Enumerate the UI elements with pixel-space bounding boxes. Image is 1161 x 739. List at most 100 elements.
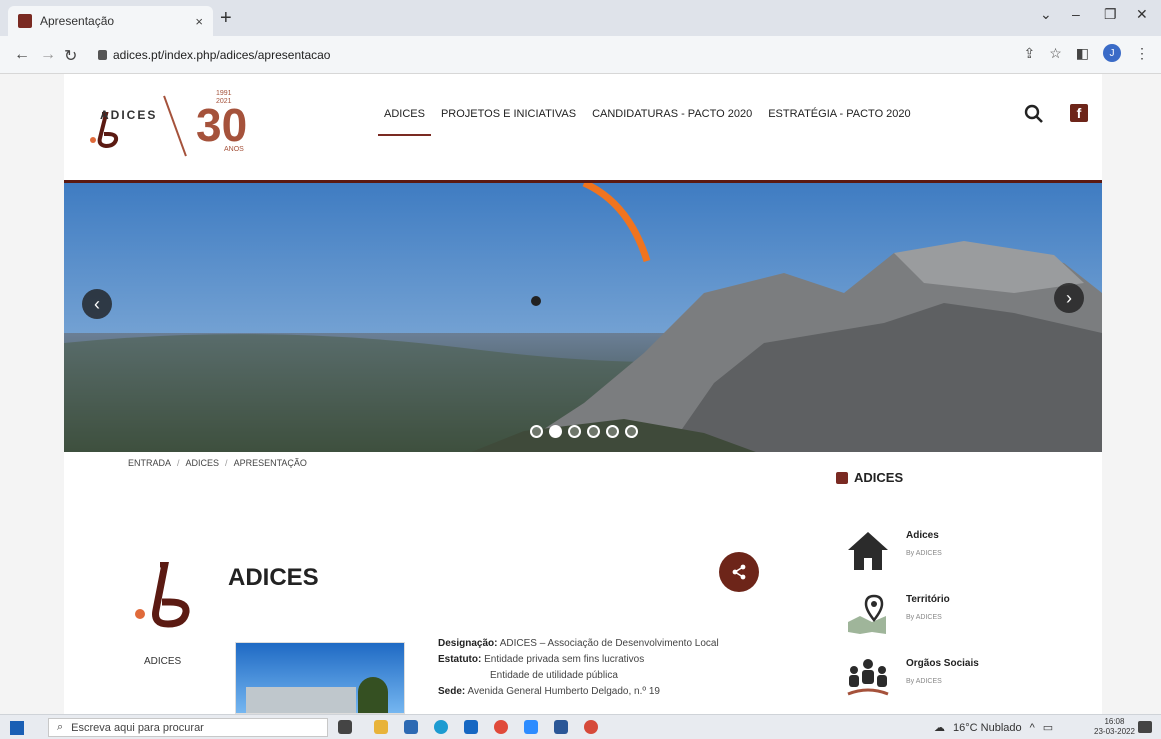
forward-arrow-icon[interactable]: → [40,46,56,64]
restore-icon[interactable]: ❐ [1104,6,1117,23]
adices-logo-icon [135,562,190,628]
sidebar-item-by: By ADICES [906,614,942,621]
cloud-weather-icon: ☁ [934,722,945,734]
word-icon[interactable] [554,720,568,734]
slider-dot[interactable] [606,425,619,438]
breadcrumb-entrada[interactable]: ENTRADA [128,458,171,468]
site-header: ADICES 1991 2021 30 ANOS ADICES PROJETOS… [64,74,1102,180]
browser-tab[interactable]: Apresentação × [8,6,213,36]
slider-dot[interactable] [549,425,562,438]
info-estatuto-value: Entidade privada sem fins lucrativos [484,654,645,665]
slider-dots [530,425,638,438]
slider-dot[interactable] [530,425,543,438]
logo-30: 30 [196,99,248,151]
slider-prev-arrow-icon[interactable]: ‹ [82,289,112,319]
organization-info: Designação: ADICES – Associação de Desen… [438,636,719,700]
info-designacao-label: Designação: [438,638,498,649]
tab-title: Apresentação [40,14,115,28]
lock-icon [98,50,107,60]
sidebar-title: ADICES [836,470,903,485]
new-tab-button[interactable]: + [220,8,232,28]
share-icon [732,564,746,580]
logo-anos: ANOS [224,146,244,153]
address-toolbar: ← → ↻ adices.pt/index.php/adices/apresen… [0,36,1161,74]
building-photo [235,642,405,714]
taskbar-search-placeholder: Escreva aqui para procurar [71,721,204,734]
facebook-icon[interactable]: f [1070,104,1088,122]
slider-dot[interactable] [625,425,638,438]
reload-icon[interactable]: ↻ [64,46,77,66]
sidebar-title-text: ADICES [854,470,904,485]
sidebar-item-name: Adices [906,530,939,541]
network-icon[interactable]: ▭ [1043,721,1053,734]
site-logo[interactable]: ADICES 1991 2021 30 ANOS [76,90,266,160]
back-arrow-icon[interactable]: ← [14,46,30,64]
menu-item-adices[interactable]: ADICES [378,108,431,136]
web-page: ADICES 1991 2021 30 ANOS ADICES PROJETOS… [64,74,1102,714]
url-text: adices.pt/index.php/adices/apresentacao [113,48,331,62]
chrome-icon[interactable] [494,720,508,734]
sidebar-item-territorio[interactable]: Território By ADICES [844,592,1084,646]
info-estatuto-label: Estatuto: [438,654,482,665]
browser-tab-bar: Apresentação × + ⌄ – ❐ ✕ [0,0,1161,36]
file-explorer-icon[interactable] [374,720,388,734]
share-page-icon[interactable]: ⇪ [1023,45,1035,62]
edge-browser-icon[interactable] [434,720,448,734]
breadcrumb: ENTRADA / ADICES / APRESENTAÇÃO [128,458,307,468]
sidebar: ADICES Adices By ADICES Território By AD… [832,458,1092,714]
slider-next-arrow-icon[interactable]: › [1054,283,1084,313]
task-view-icon[interactable] [338,720,352,734]
profile-avatar[interactable]: J [1103,44,1121,62]
logo-divider [163,95,187,157]
logo-caption: ADICES [144,656,182,667]
weather-text[interactable]: 16°C Nublado [953,722,1022,734]
taskbar-search-box[interactable]: ⌕ Escreva aqui para procurar [48,718,328,737]
notifications-icon[interactable] [1138,721,1152,733]
sidebar-item-name: Orgãos Sociais [906,658,979,669]
breadcrumb-adices[interactable]: ADICES [186,458,220,468]
slider-dot[interactable] [587,425,600,438]
info-estatuto-value-2: Entidade de utilidade pública [490,670,618,681]
menu-item-candidaturas[interactable]: CANDIDATURAS - PACTO 2020 [592,108,752,136]
slider-dot[interactable] [568,425,581,438]
info-sede-label: Sede: [438,686,466,697]
app-icon[interactable] [404,720,418,734]
article-content: ADICES ADICES Designação: ADICES – Assoc… [64,472,814,714]
menu-kebab-icon[interactable]: ⋮ [1135,45,1149,62]
main-menu: ADICES PROJETOS E INICIATIVAS CANDIDATUR… [378,108,911,136]
minimize-icon[interactable]: – [1072,6,1080,22]
building-shape [246,687,356,713]
search-icon[interactable] [1024,104,1044,124]
taskbar-clock[interactable]: 16:08 23-03-2022 [1094,717,1135,737]
breadcrumb-separator: / [177,458,180,468]
menu-item-estrategia[interactable]: ESTRATÉGIA - PACTO 2020 [768,108,910,136]
logo-wordmark: ADICES [100,108,158,122]
close-window-icon[interactable]: ✕ [1136,6,1148,23]
system-tray: ☁ 16°C Nublado ^ ▭ [934,721,1053,735]
tray-chevron-icon[interactable]: ^ [1030,722,1035,734]
sidebar-item-name: Território [906,594,950,605]
hero-slider: ‹ › [64,180,1102,452]
page-title: ADICES [228,564,319,591]
site-favicon-icon [18,14,32,28]
sidebar-item-orgaos-sociais[interactable]: Orgãos Sociais By ADICES [844,656,1084,710]
sidebar-item-by: By ADICES [906,678,942,685]
house-icon [848,532,888,570]
clock-date: 23-03-2022 [1094,727,1135,736]
url-field[interactable]: adices.pt/index.php/adices/apresentacao [98,44,330,66]
info-designacao-value: ADICES – Associação de Desenvolvimento L… [499,638,719,649]
breadcrumb-apresentacao: APRESENTAÇÃO [233,458,307,468]
bookmark-star-icon[interactable]: ☆ [1049,45,1062,62]
side-panel-icon[interactable]: ◧ [1076,45,1089,62]
outlook-icon[interactable] [464,720,478,734]
chrome-profile-icon[interactable] [584,720,598,734]
adices-mini-logo-icon [836,471,848,484]
windows-start-icon[interactable] [10,721,24,735]
menu-item-projetos[interactable]: PROJETOS E INICIATIVAS [441,108,576,136]
hero-landscape-image [64,183,1102,452]
share-button[interactable] [719,552,759,592]
sidebar-item-adices[interactable]: Adices By ADICES [844,528,1084,582]
zoom-icon[interactable] [524,720,538,734]
close-tab-icon[interactable]: × [195,14,203,29]
tab-search-chevron-icon[interactable]: ⌄ [1040,6,1052,23]
